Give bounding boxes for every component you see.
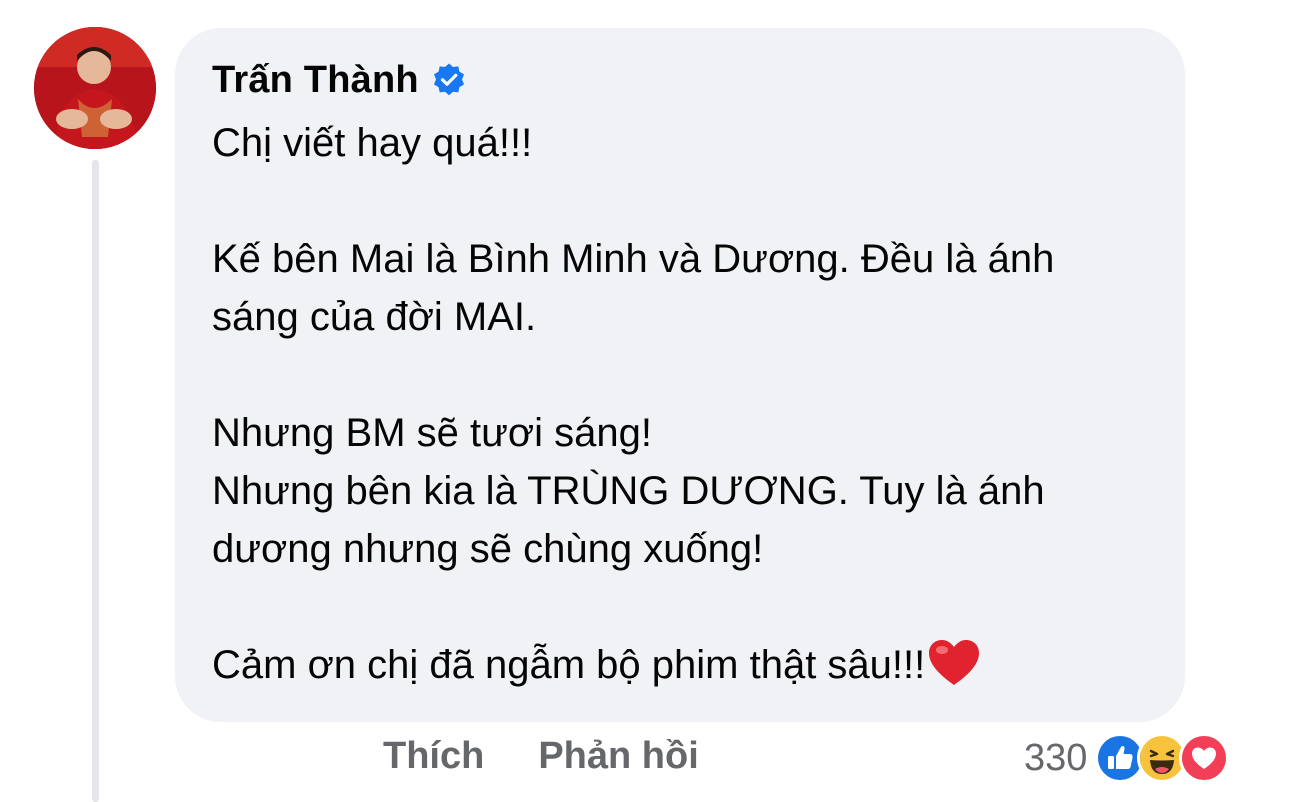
author-name[interactable]: Trấn Thành xyxy=(212,59,419,102)
paragraph-break xyxy=(212,578,1151,636)
comment-line: Nhưng BM sẽ tươi sáng! xyxy=(212,411,652,455)
comment-last-line: Cảm ơn chị đã ngẫm bộ phim thật sâu!!! xyxy=(212,636,1151,694)
reaction-summary[interactable]: 330 xyxy=(1024,733,1230,783)
author-row: Trấn Thành xyxy=(212,56,1151,104)
comment-bubble: Trấn Thành Chị viết hay quá!!! Kế bên Ma… xyxy=(175,28,1185,722)
like-button[interactable]: Thích xyxy=(383,735,484,778)
reply-button[interactable]: Phản hồi xyxy=(538,735,698,778)
comment-line: Chị viết hay quá!!! xyxy=(212,121,533,165)
comment-actions: Thích Phản hồi xyxy=(383,735,699,778)
love-reaction-icon xyxy=(1179,733,1230,783)
comment-text: Chị viết hay quá!!! Kế bên Mai là Bình M… xyxy=(212,114,1151,694)
comment-line: sáng của đời MAI. xyxy=(212,295,537,339)
reaction-count: 330 xyxy=(1024,736,1088,779)
verified-badge-icon xyxy=(431,62,467,98)
reply-thread-line xyxy=(92,160,99,802)
comment-line: Cảm ơn chị đã ngẫm bộ phim thật sâu!!! xyxy=(212,643,926,687)
heart-emoji xyxy=(927,638,981,688)
paragraph-break xyxy=(212,346,1151,404)
comment-line: dương nhưng sẽ chùng xuống! xyxy=(212,527,764,571)
paragraph-break xyxy=(212,172,1151,230)
avatar-photo xyxy=(34,27,156,149)
comment-line: Nhưng bên kia là TRÙNG DƯƠNG. Tuy là ánh xyxy=(212,469,1045,513)
avatar[interactable] xyxy=(34,27,156,149)
comment-line: Kế bên Mai là Bình Minh và Dương. Đều là… xyxy=(212,237,1055,281)
